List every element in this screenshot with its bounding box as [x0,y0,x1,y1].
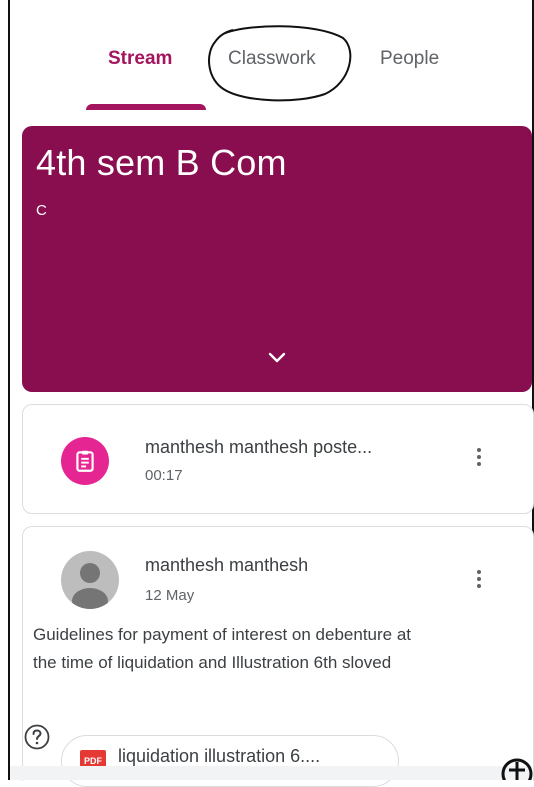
post-author: manthesh manthesh [145,555,309,575]
attachment-name: liquidation illustration 6.... [118,746,321,766]
tab-bar: Stream Classwork People [10,0,532,110]
post-title: manthesh manthesh poste... [145,437,373,457]
post-time: 00:17 [145,467,183,484]
post-date: 12 May [145,587,195,604]
bottom-bar [10,766,532,780]
assignment-icon [61,437,109,485]
window-border-left [8,0,10,780]
active-tab-indicator [86,104,206,110]
class-banner: 4th sem B Com C [22,126,532,392]
announcement-post-card: manthesh manthesh 12 May Guidelines for … [22,526,534,787]
chevron-down-icon[interactable] [265,346,289,370]
tab-people[interactable]: People [380,48,439,70]
assignment-post-card[interactable]: manthesh manthesh poste... 00:17 [22,404,534,514]
tab-stream[interactable]: Stream [108,48,172,70]
help-icon[interactable] [24,724,50,750]
more-vert-icon[interactable] [467,445,491,473]
post-body-text: Guidelines for payment of interest on de… [33,625,412,672]
avatar [61,551,119,609]
hand-drawn-circle-annotation [208,25,352,102]
more-vert-icon[interactable] [467,567,491,595]
accessibility-icon[interactable] [500,756,534,780]
class-title: 4th sem B Com [36,142,287,183]
class-section: C [36,202,47,219]
